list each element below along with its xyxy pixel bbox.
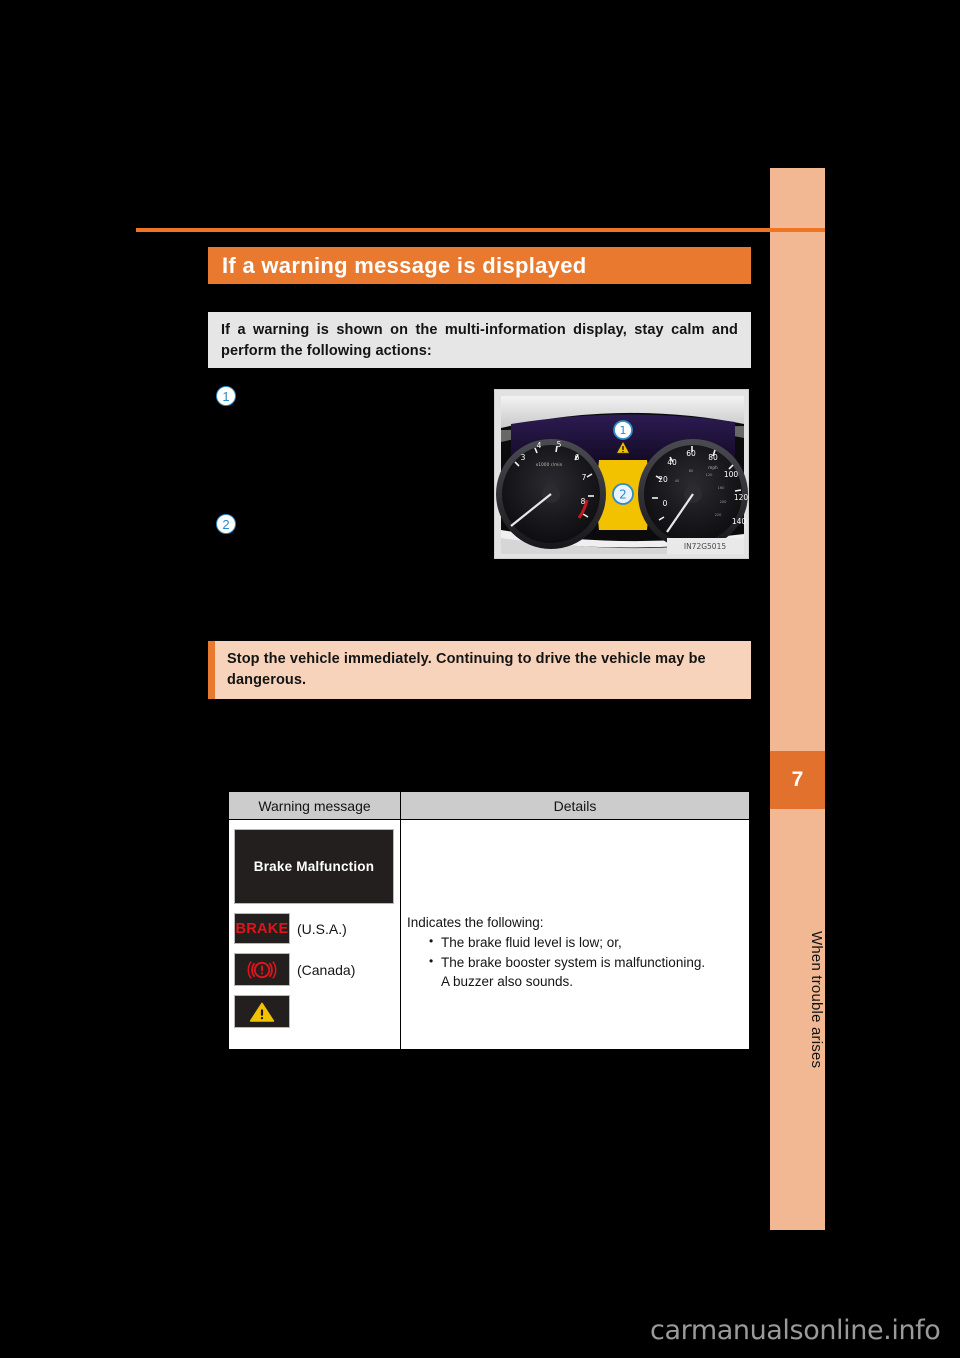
brake-word-glyph: BRAKE <box>235 920 289 937</box>
instrument-cluster-figure: 3 4 5 6 7 8 x1000 r/min 0 20 40 60 80 10… <box>494 389 749 559</box>
chapter-number-badge: 7 <box>770 751 825 809</box>
header-rule <box>136 228 825 232</box>
svg-text:80: 80 <box>689 469 694 473</box>
svg-text:40: 40 <box>675 479 680 483</box>
site-watermark: carmanualsonline.info <box>650 1315 941 1346</box>
svg-text:40: 40 <box>667 458 677 467</box>
warning-icon-row-usa: BRAKE (U.S.A.) <box>234 913 400 944</box>
cell-details: Indicates the following: The brake fluid… <box>399 819 751 1050</box>
brake-word-icon: BRAKE <box>234 913 290 944</box>
details-sub-note: A buzzer also sounds. <box>440 974 574 989</box>
svg-text:200: 200 <box>720 500 728 504</box>
svg-text:120: 120 <box>706 473 714 477</box>
details-bullet-text: The brake booster system is malfunctioni… <box>440 955 706 970</box>
warning-message-table: Warning message Details Brake Malfunctio… <box>228 791 751 1050</box>
figure-callout-2: 2 <box>619 488 627 502</box>
svg-text:60: 60 <box>686 449 696 458</box>
chapter-sidebar: 7 When trouble arises <box>770 168 825 1230</box>
warning-icon-row-canada: (Canada) <box>234 953 400 986</box>
figure-callout-1: 1 <box>620 424 627 437</box>
svg-text:mph: mph <box>708 465 718 470</box>
master-warning-triangle-icon <box>234 995 290 1028</box>
warning-icon-row-master <box>234 995 400 1028</box>
warning-triangle-glyph <box>249 1002 275 1022</box>
caution-callout-box: Stop the vehicle immediately. Continuing… <box>208 641 751 699</box>
step-marker-2: 2 <box>216 514 236 534</box>
caution-text: Stop the vehicle immediately. Continuing… <box>227 651 706 688</box>
svg-text:100: 100 <box>724 470 739 479</box>
step-marker-1: 1 <box>216 386 236 406</box>
brake-circle-icon <box>234 953 290 986</box>
svg-text:120: 120 <box>734 493 749 502</box>
brake-circle-glyph <box>247 960 277 979</box>
svg-text:3: 3 <box>521 453 526 462</box>
column-header-warning-message: Warning message <box>228 791 401 820</box>
details-bullet: The brake fluid level is low; or, <box>429 932 741 952</box>
svg-text:220: 220 <box>715 513 723 517</box>
table-header-row: Warning message Details <box>228 791 751 820</box>
details-bullet-list: The brake fluid level is low; or, The br… <box>429 932 741 991</box>
brake-icon-label-canada: (Canada) <box>297 961 356 978</box>
manual-page: 7 When trouble arises If a warning messa… <box>0 0 960 1358</box>
cluster-illustration: 3 4 5 6 7 8 x1000 r/min 0 20 40 60 80 10… <box>495 390 749 558</box>
svg-text:6: 6 <box>575 453 580 462</box>
svg-text:80: 80 <box>708 453 718 462</box>
svg-text:20: 20 <box>658 475 668 484</box>
page-title: If a warning message is displayed <box>208 247 751 284</box>
chapter-title-vertical: When trouble arises <box>808 931 825 1069</box>
intro-callout-box: If a warning is shown on the multi-infor… <box>208 312 751 368</box>
svg-text:160: 160 <box>718 486 726 490</box>
svg-text:140: 140 <box>732 517 747 526</box>
svg-text:4: 4 <box>537 441 542 450</box>
details-bullet: The brake booster system is malfunctioni… <box>429 952 741 991</box>
svg-text:5: 5 <box>557 440 562 449</box>
svg-text:0: 0 <box>663 499 668 508</box>
svg-text:x1000 r/min: x1000 r/min <box>536 462 563 468</box>
mid-message-tile: Brake Malfunction <box>234 829 394 904</box>
svg-text:7: 7 <box>582 473 587 482</box>
column-header-details: Details <box>399 791 751 820</box>
brake-icon-label-usa: (U.S.A.) <box>297 920 347 937</box>
cell-warning-message: Brake Malfunction BRAKE (U.S.A.) (Canada… <box>228 819 401 1050</box>
figure-code: IN72G5015 <box>684 542 726 551</box>
table-row: Brake Malfunction BRAKE (U.S.A.) (Canada… <box>228 819 751 1050</box>
details-intro: Indicates the following: <box>406 915 544 930</box>
intro-text: If a warning is shown on the multi-infor… <box>221 322 738 359</box>
